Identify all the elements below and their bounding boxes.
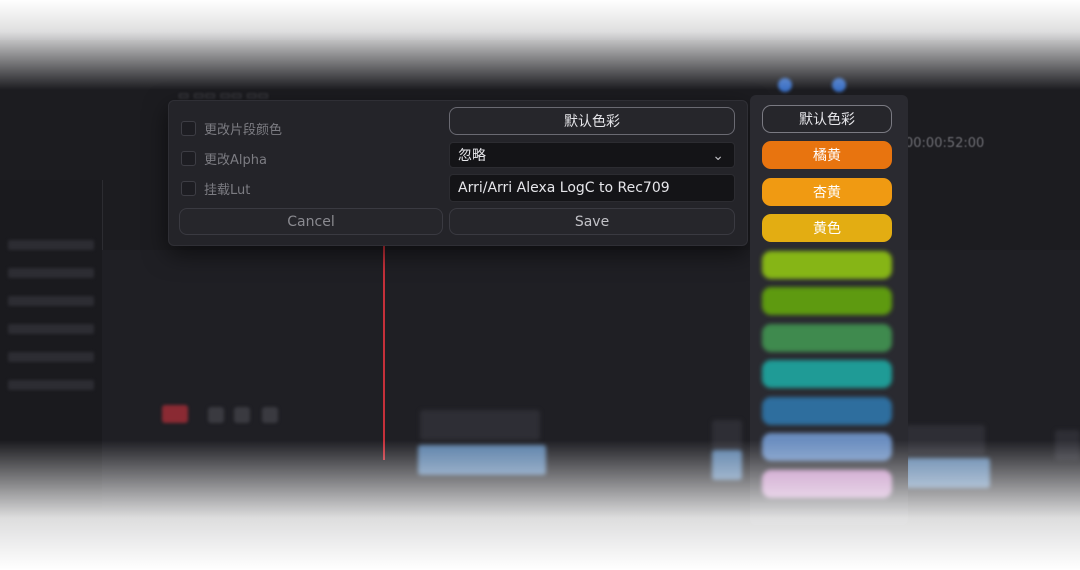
view-icon <box>778 78 792 92</box>
color-swatch-pink[interactable] <box>762 470 892 498</box>
timeline-clip[interactable] <box>905 458 990 488</box>
record-icon <box>162 405 188 423</box>
toolbar-icon <box>234 407 250 423</box>
color-swatch-olive[interactable] <box>762 287 892 315</box>
default-color-swatch[interactable]: 默认色彩 <box>762 105 892 133</box>
chevron-down-icon: ⌄ <box>712 148 724 164</box>
clip-attributes-dialog: 更改片段颜色 更改Alpha 挂载Lut 默认色彩 忽略 ⌄ Arri/Arri… <box>168 100 748 246</box>
clip-color-panel: 默认色彩 橘黄 杏黄 黄色 <box>750 95 908 525</box>
color-swatch-navy[interactable] <box>762 397 892 425</box>
color-swatch-lime[interactable] <box>762 251 892 279</box>
timeline-clip[interactable] <box>905 425 985 455</box>
alpha-mode-value: 忽略 <box>458 148 486 164</box>
mount-lut-label: 挂载Lut <box>204 182 251 198</box>
color-swatch-teal[interactable] <box>762 360 892 388</box>
timeline-clip[interactable] <box>420 410 540 440</box>
view-icon <box>832 78 846 92</box>
change-clip-color-checkbox[interactable] <box>181 120 196 136</box>
timeline-timecode: 00:00:52:00 <box>905 136 985 151</box>
color-swatch-yellow[interactable]: 黄色 <box>762 214 892 242</box>
timeline-clip[interactable] <box>418 445 546 475</box>
timeline-clip[interactable] <box>712 450 742 480</box>
cancel-button[interactable]: Cancel <box>179 208 443 235</box>
playhead[interactable] <box>383 240 385 460</box>
lut-path-field[interactable]: Arri/Arri Alexa LogC to Rec709 <box>449 174 735 202</box>
color-swatch-orange[interactable]: 橘黄 <box>762 141 892 169</box>
timeline-ruler <box>0 0 1080 40</box>
color-swatch-green[interactable] <box>762 324 892 352</box>
timeline-clip[interactable] <box>712 420 742 450</box>
lut-path-value: Arri/Arri Alexa LogC to Rec709 <box>458 180 670 196</box>
timeline-clip[interactable] <box>1055 430 1080 460</box>
change-alpha-label: 更改Alpha <box>204 152 267 168</box>
toolbar-icon <box>262 407 278 423</box>
toolbar-icon <box>208 407 224 423</box>
change-alpha-checkbox[interactable] <box>181 150 196 166</box>
change-alpha-option[interactable]: 更改Alpha <box>181 149 267 168</box>
default-color-button[interactable]: 默认色彩 <box>449 107 735 135</box>
color-swatch-apricot[interactable]: 杏黄 <box>762 178 892 206</box>
mount-lut-option[interactable]: 挂载Lut <box>181 179 251 198</box>
change-clip-color-label: 更改片段颜色 <box>204 122 283 138</box>
alpha-mode-select[interactable]: 忽略 ⌄ <box>449 142 735 168</box>
change-clip-color-option[interactable]: 更改片段颜色 <box>181 119 283 138</box>
track-header-panel <box>0 180 103 490</box>
save-button[interactable]: Save <box>449 208 735 235</box>
color-swatch-blue[interactable] <box>762 433 892 461</box>
mount-lut-checkbox[interactable] <box>181 180 196 196</box>
